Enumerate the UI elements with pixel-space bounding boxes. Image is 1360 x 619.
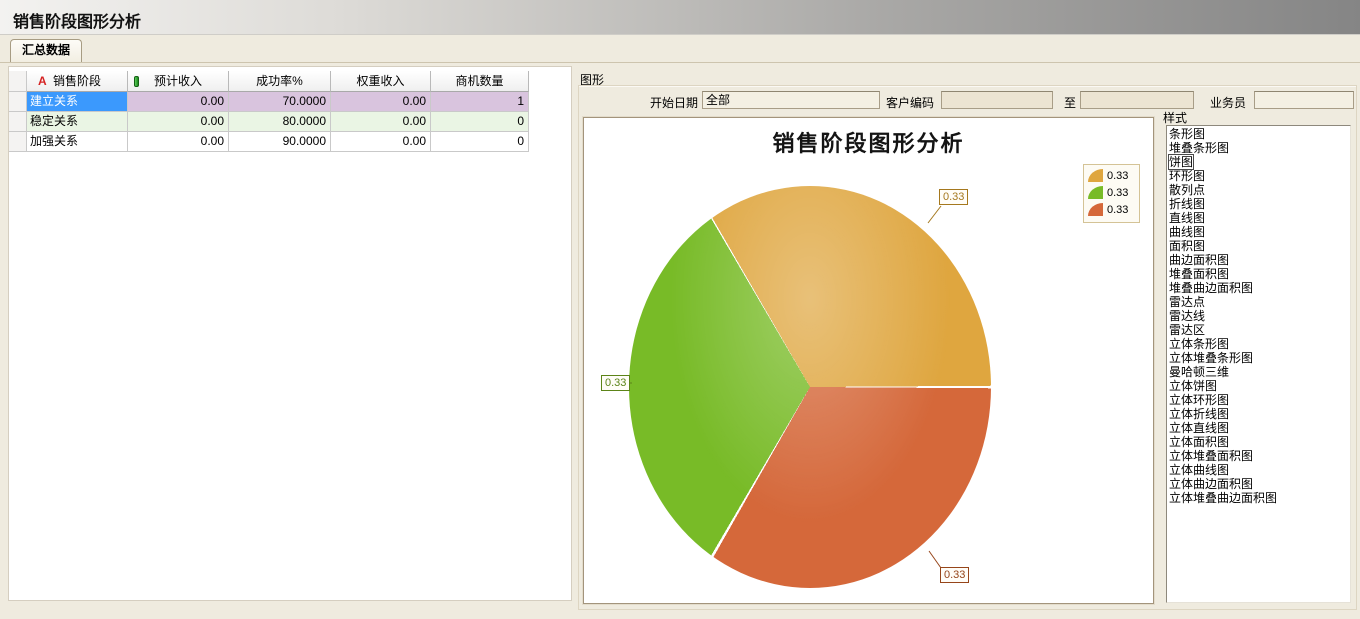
start-date-input[interactable]: 全部 — [702, 91, 880, 109]
style-list-item[interactable]: 立体饼图 — [1167, 379, 1350, 393]
grid-cell-stage[interactable]: 建立关系 — [27, 92, 128, 112]
grid-cell-weighted[interactable]: 0.00 — [331, 132, 431, 152]
salesman-label: 业务员 — [1210, 94, 1246, 111]
salesman-input[interactable] — [1254, 91, 1354, 109]
style-list-item[interactable]: 雷达区 — [1167, 323, 1350, 337]
style-list-item[interactable]: 立体堆叠面积图 — [1167, 449, 1350, 463]
grid-cell-count[interactable]: 0 — [431, 112, 529, 132]
callout-left: 0.33 — [601, 375, 630, 391]
tab-strip: 汇总数据 — [0, 35, 1360, 63]
legend-item: 0.33 — [1088, 169, 1135, 182]
summary-grid: A 销售阶段 预计收入 成功率% 权重收入 商机数量 建立关系 0.00 70.… — [9, 71, 529, 152]
grid-cell-expected[interactable]: 0.00 — [128, 92, 229, 112]
summary-grid-panel: A 销售阶段 预计收入 成功率% 权重收入 商机数量 建立关系 0.00 70.… — [8, 66, 572, 601]
style-list-item[interactable]: 雷达线 — [1167, 309, 1350, 323]
style-list-item[interactable]: 饼图 — [1167, 155, 1350, 169]
grid-cell-success[interactable]: 70.0000 — [229, 92, 331, 112]
column-indicator-icon — [134, 76, 139, 87]
grid-cell-success[interactable]: 90.0000 — [229, 132, 331, 152]
pie-slice-icon — [1088, 203, 1103, 216]
customer-code-input[interactable] — [941, 91, 1053, 109]
pie-slice-icon — [1088, 186, 1103, 199]
style-list-item[interactable]: 折线图 — [1167, 197, 1350, 211]
column-header-label: 商机数量 — [455, 74, 503, 88]
to-label: 至 — [1064, 94, 1076, 111]
style-list: 条形图堆叠条形图饼图环形图散列点折线图直线图曲线图面积图曲边面积图堆叠面积图堆叠… — [1166, 125, 1351, 603]
legend-item: 0.33 — [1088, 186, 1135, 199]
grid-cell-count[interactable]: 1 — [431, 92, 529, 112]
column-header-weighted[interactable]: 权重收入 — [331, 71, 431, 92]
customer-code-label: 客户编码 — [886, 94, 934, 111]
style-list-item[interactable]: 立体面积图 — [1167, 435, 1350, 449]
grid-cell-weighted[interactable]: 0.00 — [331, 112, 431, 132]
callout-bottom: 0.33 — [940, 567, 969, 583]
callout-top: 0.33 — [939, 189, 968, 205]
pie — [629, 186, 991, 588]
grid-cell-expected[interactable]: 0.00 — [128, 132, 229, 152]
sort-a-icon: A — [38, 71, 47, 91]
grid-cell-weighted[interactable]: 0.00 — [331, 92, 431, 112]
chart-area: 销售阶段图形分析 0.33 0.33 0.33 0.33 0.33 0.33 — [583, 117, 1154, 604]
grid-cell-success[interactable]: 80.0000 — [229, 112, 331, 132]
style-list-item[interactable]: 立体曲线图 — [1167, 463, 1350, 477]
style-list-item[interactable]: 立体条形图 — [1167, 337, 1350, 351]
style-list-item[interactable]: 堆叠面积图 — [1167, 267, 1350, 281]
legend-item: 0.33 — [1088, 203, 1135, 216]
grid-cell-stage[interactable]: 加强关系 — [27, 132, 128, 152]
column-header-label: 权重收入 — [356, 74, 404, 88]
customer-code-to-input[interactable] — [1080, 91, 1194, 109]
style-list-item[interactable]: 立体堆叠条形图 — [1167, 351, 1350, 365]
chart-legend: 0.33 0.33 0.33 — [1083, 164, 1140, 223]
tab-summary-data[interactable]: 汇总数据 — [10, 39, 82, 62]
style-list-item[interactable]: 曲线图 — [1167, 225, 1350, 239]
style-list-item[interactable]: 立体环形图 — [1167, 393, 1350, 407]
style-list-item[interactable]: 立体直线图 — [1167, 421, 1350, 435]
column-header-stage[interactable]: A 销售阶段 — [27, 71, 128, 92]
chart-title: 销售阶段图形分析 — [584, 126, 1153, 158]
style-list-item[interactable]: 直线图 — [1167, 211, 1350, 225]
column-header-expected[interactable]: 预计收入 — [128, 71, 229, 92]
style-list-item[interactable]: 雷达点 — [1167, 295, 1350, 309]
start-date-label: 开始日期 — [620, 94, 698, 111]
column-header-success[interactable]: 成功率% — [229, 71, 331, 92]
style-list-item[interactable]: 条形图 — [1167, 127, 1350, 141]
style-group-label: 样式 — [1163, 109, 1187, 126]
column-header-label: 销售阶段 — [53, 74, 101, 88]
style-list-item[interactable]: 散列点 — [1167, 183, 1350, 197]
column-header-label: 成功率% — [256, 74, 303, 88]
style-list-item[interactable]: 立体堆叠曲边面积图 — [1167, 491, 1350, 505]
style-list-item[interactable]: 曼哈顿三维 — [1167, 365, 1350, 379]
page-title: 销售阶段图形分析 — [13, 8, 141, 32]
column-header-label: 预计收入 — [154, 74, 202, 88]
grid-cell-count[interactable]: 0 — [431, 132, 529, 152]
window-title-bar: 销售阶段图形分析 — [0, 0, 1360, 35]
grid-cell-expected[interactable]: 0.00 — [128, 112, 229, 132]
style-list-item[interactable]: 环形图 — [1167, 169, 1350, 183]
column-header-count[interactable]: 商机数量 — [431, 71, 529, 92]
row-indicator[interactable] — [9, 112, 27, 132]
style-list-item[interactable]: 面积图 — [1167, 239, 1350, 253]
style-list-item[interactable]: 曲边面积图 — [1167, 253, 1350, 267]
style-list-item[interactable]: 立体曲边面积图 — [1167, 477, 1350, 491]
grid-cell-stage[interactable]: 稳定关系 — [27, 112, 128, 132]
style-list-item[interactable]: 堆叠条形图 — [1167, 141, 1350, 155]
row-indicator[interactable] — [9, 92, 27, 112]
row-indicator-header — [9, 71, 27, 92]
row-indicator[interactable] — [9, 132, 27, 152]
style-list-item[interactable]: 堆叠曲边面积图 — [1167, 281, 1350, 295]
style-list-item[interactable]: 立体折线图 — [1167, 407, 1350, 421]
pie-slice-icon — [1088, 169, 1103, 182]
